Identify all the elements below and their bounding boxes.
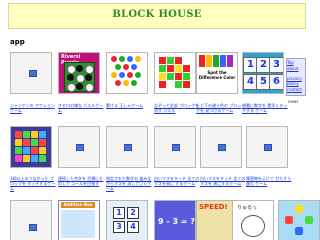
- game-tile-equation[interactable]: 9 - 3 = ?: [154, 200, 196, 240]
- dpad-down-icon: [295, 227, 303, 235]
- game-tile-balls[interactable]: [106, 52, 148, 94]
- game-caption-number-move[interactable]: 指定された数字分 進みながらマスを 消していくゲーム: [106, 176, 152, 191]
- side-link-policy[interactable]: policy: [287, 81, 299, 86]
- game-tile-colorblocks[interactable]: [10, 126, 52, 168]
- game-tile-sketch[interactable]: りゅるっ: [232, 200, 274, 240]
- broken-image-icon: [172, 144, 180, 151]
- game-caption-number-touch[interactable]: 順番に数字を 素早くタッチする ゲーム: [242, 103, 288, 113]
- color-strip: [220, 55, 226, 67]
- game-caption-spot-difference[interactable]: 上と下の違う色の ブロックを 見つけるゲーム: [196, 103, 242, 113]
- game-caption-connect-blocks[interactable]: 3個以上のつながった ブロックを タッチするゲーム: [10, 176, 56, 191]
- game-caption-reversi[interactable]: オセロの様な パズルゲーム: [58, 103, 104, 113]
- grid-number: 1: [113, 207, 125, 219]
- number-key: 3: [269, 57, 283, 73]
- dpad-up-icon: [295, 205, 303, 213]
- dpad-left-icon: [285, 216, 293, 224]
- color-strip: [206, 55, 212, 67]
- site-title[interactable]: BLOCK HOUSE: [9, 9, 305, 20]
- grid-number: 4: [127, 221, 139, 233]
- game-tile-addition-box[interactable]: Addition Box: [58, 200, 100, 240]
- reversi-board-image: [64, 62, 95, 92]
- game-tile-row3-blank[interactable]: [10, 200, 52, 240]
- side-link-top[interactable]: Top: [287, 60, 294, 65]
- dpad-right-icon: [305, 216, 313, 224]
- game-caption-balls[interactable]: 繋げる 玉しゃゲーム: [106, 103, 152, 108]
- equation-text: 9 - 3 = ?: [158, 217, 195, 226]
- sketch-face-icon: [241, 215, 265, 237]
- speed-text: SPEED!: [199, 203, 228, 211]
- section-label-app: app: [10, 38, 25, 46]
- number-key: 6: [269, 74, 283, 90]
- grid-number: 2: [127, 207, 139, 219]
- broken-image-icon: [29, 224, 37, 231]
- color-strip: [199, 55, 205, 67]
- side-link-contact[interactable]: contact: [287, 87, 302, 92]
- game-caption-white-to-black-2[interactable]: 白いマスをタッチ 全てのマスを 黒にするゲーム: [200, 176, 246, 186]
- game-caption-obstacle[interactable]: 障害物をよけて ひたすら進む ゲーム: [246, 176, 292, 186]
- game-tile-dpad[interactable]: [278, 200, 320, 240]
- addition-box-body: [61, 210, 95, 238]
- game-caption-white-to-black-1[interactable]: 白いマスをタッチ 全ての マスを黒に するゲーム: [154, 176, 200, 186]
- side-link-about[interactable]: about: [287, 66, 299, 71]
- broken-image-icon: [124, 144, 132, 151]
- game-tile-number-grid[interactable]: 1 2 3 4: [106, 200, 148, 240]
- sketch-text: りゅるっ: [237, 205, 258, 211]
- game-caption-colorgrid[interactable]: なぞって全部 ブロックを消す パズル: [154, 103, 200, 113]
- game-tile-number-touch[interactable]: 1 2 3 4 5 6: [242, 52, 284, 94]
- grid-number: 3: [113, 221, 125, 233]
- game-tile-spot-difference[interactable]: Spot the Difference Color: [196, 52, 238, 94]
- addition-box-banner: Addition Box: [61, 202, 95, 208]
- broken-image-icon: [264, 144, 272, 151]
- game-tile-colorgrid[interactable]: [154, 52, 196, 94]
- broken-image-icon: [76, 144, 84, 151]
- broken-image-icon: [218, 144, 226, 151]
- game-caption-sum[interactable]: 連続した合計を 目標にたのしで ゴールを目指す: [58, 176, 104, 186]
- site-header: BLOCK HOUSE: [8, 3, 306, 29]
- color-strip: [227, 55, 233, 67]
- color-strip: [213, 55, 219, 67]
- spot-difference-banner: Spot the Difference Color: [198, 70, 236, 80]
- news-label: news: [288, 99, 299, 104]
- game-caption-janken[interactable]: ジャンケンの アクションゲーム: [10, 103, 56, 113]
- broken-image-icon: [29, 70, 37, 77]
- game-tile-reversi[interactable]: Riversi Puzzle: [58, 52, 100, 94]
- page: BLOCK HOUSE app ジャンケンの アクションゲーム Riversi …: [0, 0, 320, 240]
